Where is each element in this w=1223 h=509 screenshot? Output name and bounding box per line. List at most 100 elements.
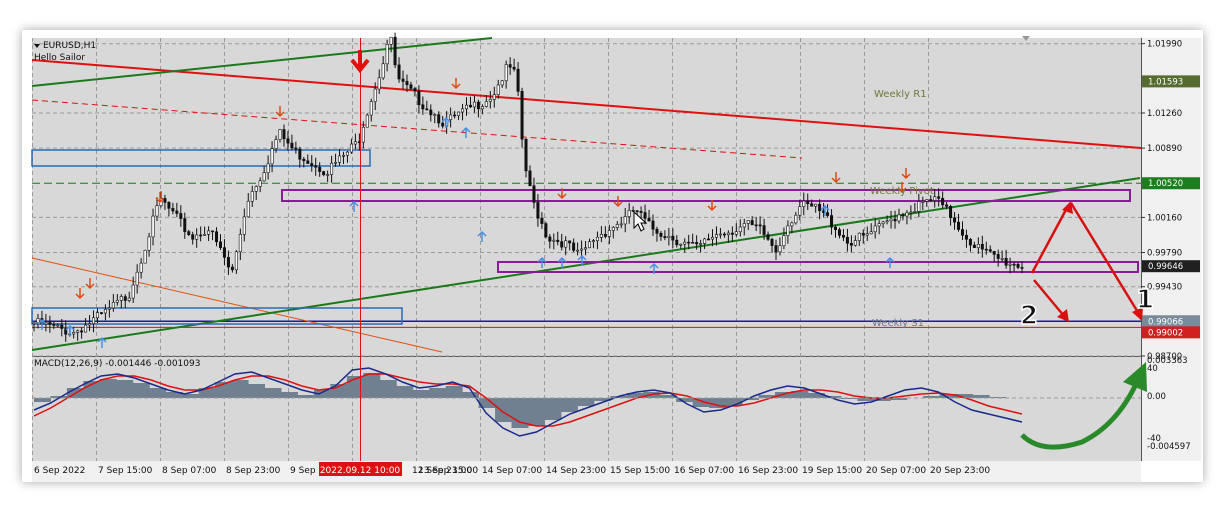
candle-body <box>195 234 199 240</box>
candle-body <box>552 239 556 242</box>
macd-axis-label: 40 <box>1147 364 1158 374</box>
candle-body <box>270 148 274 165</box>
candle-body <box>369 101 373 116</box>
candle-body <box>103 309 107 314</box>
candle-body <box>528 170 532 187</box>
candle-body <box>560 241 564 248</box>
candle-body <box>758 224 762 227</box>
time-tick-label: 8 Sep 23:00 <box>226 466 281 476</box>
candle-body <box>111 302 115 309</box>
macd-histogram-bar <box>363 373 381 398</box>
candle-body <box>885 220 889 223</box>
candle-body <box>726 232 730 236</box>
candle-body <box>627 210 631 217</box>
candle-body <box>834 226 838 230</box>
price-tick-label: 1.01990 <box>1147 40 1182 50</box>
time-tick-label: 19 Sep 15:00 <box>802 466 862 476</box>
candle-body <box>945 204 949 207</box>
time-tick-label: 14 Sep 07:00 <box>482 466 542 476</box>
candle-body <box>762 225 766 235</box>
candle-body <box>607 230 611 237</box>
candle-body <box>572 242 576 251</box>
candle-body <box>921 201 925 203</box>
time-tick-label: 7 Sep 15:00 <box>98 466 153 476</box>
candle-body <box>988 249 992 252</box>
macd-histogram-bar <box>248 384 266 398</box>
candle-body <box>536 202 540 219</box>
candle-body <box>457 111 461 117</box>
candle-body <box>881 221 885 224</box>
symbol-title: EURUSD,H1 <box>43 41 96 51</box>
candle-body <box>810 203 814 207</box>
candle-body <box>790 222 794 227</box>
candle-body <box>949 206 953 219</box>
price-marker-label: 1.01593 <box>1148 77 1183 87</box>
price-tick-label: 1.00890 <box>1147 144 1182 154</box>
candle-body <box>897 214 901 222</box>
time-tick-label: 16 Sep 07:00 <box>674 466 734 476</box>
macd-axis-label: 0.00 <box>1147 392 1166 402</box>
price-tick-label: 1.01260 <box>1147 109 1182 119</box>
chart-subtitle: Hello Sailor <box>34 53 85 63</box>
candle-body <box>556 239 560 242</box>
candle-body <box>730 232 734 235</box>
candle-body <box>798 206 802 216</box>
candle-body <box>889 218 893 222</box>
candle-body <box>655 228 659 234</box>
candle-body <box>960 229 964 236</box>
candle-body <box>187 231 191 235</box>
candle-body <box>230 266 234 271</box>
macd-histogram-bar <box>396 386 414 398</box>
candle-body <box>266 163 270 173</box>
price-tick-label: 0.99790 <box>1147 249 1182 259</box>
candle-body <box>595 237 599 241</box>
candle-body <box>60 324 64 329</box>
candle-body <box>611 227 615 231</box>
candle-body <box>1004 258 1008 266</box>
candle-body <box>349 143 353 153</box>
candle-body <box>778 245 782 253</box>
candle-body <box>258 180 262 187</box>
chart-window: 1.01990 1.01260 1.00890 1.00160 0.99790 0.994… <box>22 30 1203 482</box>
candle-body <box>306 160 310 164</box>
candle-body <box>80 330 84 333</box>
candle-body <box>119 296 123 301</box>
candle-body <box>326 174 330 176</box>
candle-body <box>207 230 211 235</box>
annotation-two: 2 <box>1020 301 1038 331</box>
candle-body <box>619 223 623 226</box>
candle-body <box>401 78 405 82</box>
candle-body <box>1016 263 1020 268</box>
candle-body <box>861 232 865 236</box>
candle-body <box>631 210 635 212</box>
candle-body <box>841 235 845 238</box>
candle-body <box>334 162 338 164</box>
candle-body <box>984 248 988 251</box>
price-chart[interactable]: 1.019901.012601.008901.001600.997900.994… <box>22 30 1203 482</box>
candle-body <box>155 205 159 217</box>
candle-body <box>421 104 425 110</box>
candle-body <box>837 229 841 236</box>
candle-body <box>925 199 929 202</box>
candle-body <box>905 212 909 217</box>
macd-pane[interactable] <box>32 357 1141 461</box>
candle-body <box>711 236 715 240</box>
macd-axis-label: -0.004597 <box>1147 442 1191 452</box>
candle-body <box>814 203 818 207</box>
candle-body <box>580 248 584 251</box>
candle-body <box>222 247 226 258</box>
candle-body <box>623 216 627 225</box>
macd-histogram-bar <box>231 380 249 398</box>
candle-body <box>238 234 242 253</box>
macd-title: MACD(12,26,9) -0.001446 -0.001093 <box>34 359 200 369</box>
candle-body <box>330 162 334 175</box>
candle-body <box>909 211 913 214</box>
candle-body <box>484 101 488 107</box>
candle-body <box>286 138 290 144</box>
candle-body <box>115 300 119 303</box>
candle-body <box>675 239 679 246</box>
macd-histogram-bar <box>577 398 595 406</box>
candle-body <box>373 88 377 102</box>
candle-body <box>476 101 480 110</box>
candle-body <box>818 203 822 212</box>
